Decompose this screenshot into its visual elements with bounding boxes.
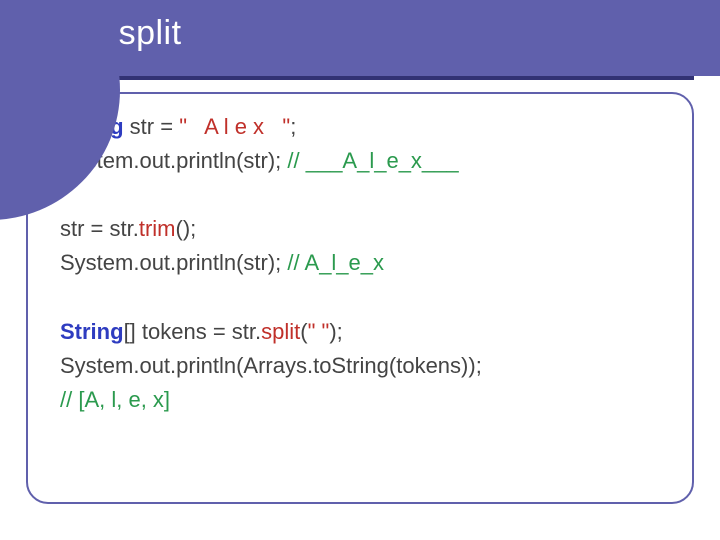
l5-lit: " " — [308, 319, 330, 344]
l7-cmt: // [A, l, e, x] — [60, 387, 170, 412]
l5-c: ); — [329, 319, 342, 344]
l5-b: ( — [300, 319, 307, 344]
slide: Trim, split String str = " A l e x "; Sy… — [0, 0, 720, 540]
l1-lit: " A l e x " — [179, 114, 290, 139]
l3-b: (); — [176, 216, 197, 241]
l4-a: System.out.println(str); — [60, 250, 287, 275]
l5-a: [] tokens = str. — [124, 319, 262, 344]
l3-mth: trim — [139, 216, 176, 241]
blank2 — [60, 284, 66, 309]
l5-mth: split — [261, 319, 300, 344]
title-underline — [26, 76, 694, 80]
l2-cmt: // ___A_l_e_x___ — [287, 148, 458, 173]
content-panel: String str = " A l e x "; System.out.pri… — [26, 92, 694, 504]
l3-a: str = str. — [60, 216, 139, 241]
l1-a: str = — [124, 114, 180, 139]
l6-a: System.out.println(Arrays.toString(token… — [60, 353, 482, 378]
code-block: String str = " A l e x "; System.out.pri… — [60, 110, 670, 417]
kw-string-2: String — [60, 319, 124, 344]
l4-cmt: // A_l_e_x — [287, 250, 384, 275]
l1-b: ; — [290, 114, 296, 139]
